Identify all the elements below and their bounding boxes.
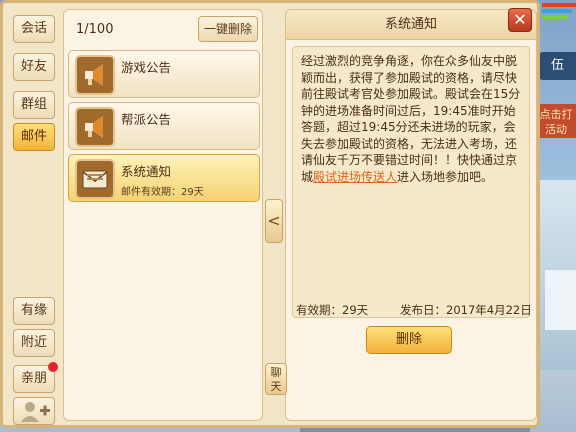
social-panel: 会话 好友 群组 邮件 有缘 附近 亲朋 1/100 一键删除 游戏公告 帮派公… [0,0,540,428]
close-icon: ✕ [513,10,527,29]
tab-groups[interactable]: 群组 [13,91,55,119]
detail-header: 系统通知 [286,10,536,40]
chat-side-tab[interactable]: 聊天 [265,363,287,395]
mail-item-title: 帮派公告 [121,112,172,127]
tab-friends[interactable]: 好友 [13,53,55,81]
collapse-handle[interactable]: < [265,199,283,243]
mail-item-system-notice[interactable]: 系统通知 邮件有效期：29天 [68,154,260,202]
mail-item-expiry: 邮件有效期：29天 [121,187,204,198]
add-person-icon [21,402,50,422]
add-friend-button[interactable] [13,397,55,425]
tab-nearby[interactable]: 附近 [13,329,55,357]
delete-all-button[interactable]: 一键删除 [198,16,258,42]
tab-mail[interactable]: 邮件 [13,123,55,151]
hud-activity-button[interactable]: 点击打活动 [536,104,576,138]
mail-body-text: 经过激烈的竞争角逐，你在众多仙友中脱颖而出，获得了参加殿试的资格，请尽快前往殿试… [301,54,521,184]
tab-fate[interactable]: 有缘 [13,297,55,325]
envelope-icon [75,159,115,199]
mail-list: 1/100 一键删除 游戏公告 帮派公告 系统通知 邮件有效期：29天 [63,9,263,421]
mail-item-guild-notice[interactable]: 帮派公告 [68,102,260,150]
close-button[interactable]: ✕ [508,8,532,32]
mail-detail: 系统通知 经过激烈的竞争角逐，你在众多仙友中脱颖而出，获得了参加殿试的资格，请尽… [285,9,537,421]
tab-chat[interactable]: 会话 [13,15,55,43]
snow-patch [545,270,576,330]
megaphone-icon [75,107,115,147]
mail-body-text-end: 进入场地参加吧。 [397,169,494,184]
hud-team-button[interactable]: 伍 [539,52,576,80]
tab-family[interactable]: 亲朋 [13,362,58,393]
mail-count: 1/100 [76,22,114,37]
mail-body: 经过激烈的竞争角逐，你在众多仙友中脱颖而出，获得了参加殿试的资格，请尽快前往殿试… [292,46,530,318]
megaphone-icon [75,55,115,95]
mail-item-game-notice[interactable]: 游戏公告 [68,50,260,98]
notification-dot [48,362,58,372]
teleporter-link[interactable]: 殿试进场传送人 [313,170,397,184]
hud-status-bars [542,3,576,23]
mail-item-title: 系统通知 [121,164,172,179]
delete-button[interactable]: 删除 [366,326,452,354]
tab-family-label: 亲朋 [20,371,47,386]
detail-expiry: 有效期：29天 [296,303,369,317]
side-tab-bar: 会话 好友 群组 邮件 有缘 附近 亲朋 [9,9,59,425]
detail-publish-date: 发布日：2017年4月22日 [400,303,532,317]
detail-title: 系统通知 [384,17,437,32]
mail-item-title: 游戏公告 [121,60,172,75]
